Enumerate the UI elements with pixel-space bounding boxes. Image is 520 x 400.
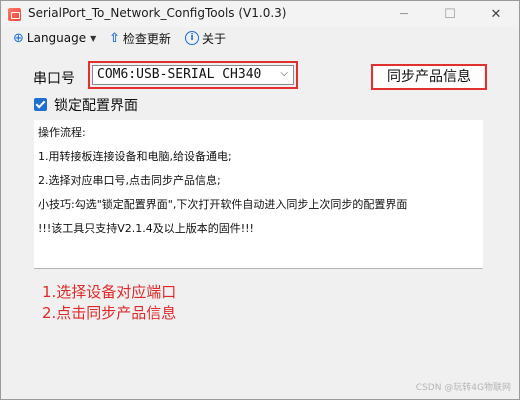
chevron-down-icon: ⌵ (280, 68, 288, 79)
menu-about[interactable]: i 关于 (185, 29, 226, 47)
upload-icon: ⇧ (109, 30, 120, 46)
menu-language-label: Language (26, 31, 87, 45)
menu-bar: ⊕ Language ▼ ⇧ 检查更新 i 关于 (1, 27, 519, 49)
annotation-step-2: 2.点击同步产品信息 (42, 304, 177, 322)
lock-config-checkbox[interactable] (34, 98, 47, 111)
serial-port-value: COM6:USB-SERIAL CH340 (97, 67, 262, 82)
app-window: SerialPort_To_Network_ConfigTools (V1.0.… (0, 0, 520, 400)
annotation-step-1: 1.选择设备对应端口 (42, 283, 177, 301)
maximize-button[interactable]: ☐ (427, 1, 473, 27)
sync-product-info-button[interactable]: 同步产品信息 (374, 66, 484, 88)
title-bar[interactable]: SerialPort_To_Network_ConfigTools (V1.0.… (1, 1, 519, 27)
globe-icon: ⊕ (13, 30, 24, 46)
lock-config-label[interactable]: 锁定配置界面 (54, 95, 138, 115)
instruction-line: 1.用转接板连接设备和电脑,给设备通电; (38, 150, 232, 163)
menu-about-label: 关于 (202, 31, 227, 46)
app-icon (8, 8, 21, 21)
serial-port-label: 串口号 (33, 71, 75, 87)
window-title: SerialPort_To_Network_ConfigTools (V1.0.… (28, 6, 287, 20)
minimize-button[interactable]: ─ (381, 1, 427, 27)
watermark: CSDN @玩转4G物联网 (415, 383, 511, 393)
menu-check-update-label: 检查更新 (122, 31, 171, 46)
info-icon: i (185, 31, 199, 45)
instruction-line: 操作流程: (38, 126, 86, 139)
instruction-line: 2.选择对应串口号,点击同步产品信息; (38, 174, 221, 187)
instruction-line: 小技巧:勾选"锁定配置界面",下次打开软件自动进入同步上次同步的配置界面 (38, 198, 408, 211)
caret-down-icon: ▼ (90, 33, 97, 43)
close-button[interactable]: ✕ (473, 1, 519, 27)
menu-language[interactable]: ⊕ Language ▼ (13, 29, 96, 47)
serial-port-select[interactable]: COM6:USB-SERIAL CH340 ⌵ (92, 65, 294, 85)
instruction-line: !!!该工具只支持V2.1.4及以上版本的固件!!! (38, 222, 254, 235)
instructions-panel: 操作流程: 1.用转接板连接设备和电脑,给设备通电; 2.选择对应串口号,点击同… (34, 120, 483, 269)
menu-check-update[interactable]: ⇧ 检查更新 (109, 29, 171, 47)
